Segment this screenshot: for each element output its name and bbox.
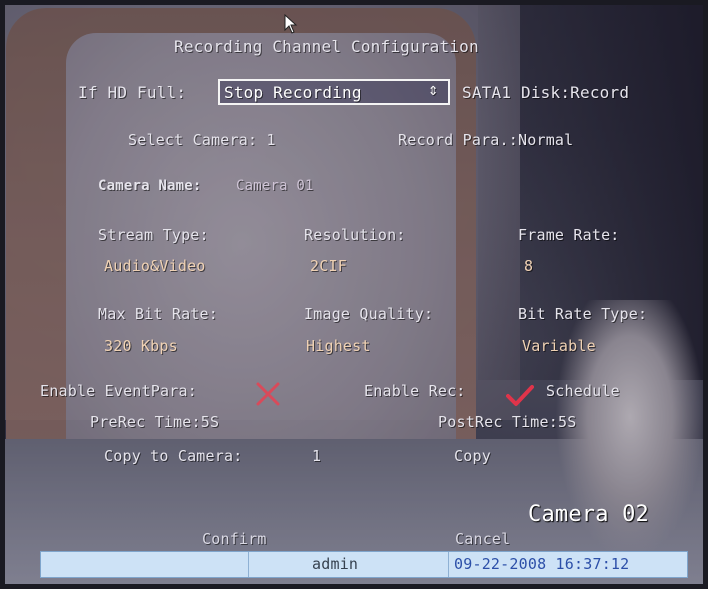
copy-to-camera-value[interactable]: 1 bbox=[312, 447, 321, 465]
postrec-row: PostRec Time:5S bbox=[438, 413, 576, 431]
stream-type-label: Stream Type: bbox=[98, 226, 209, 244]
select-camera-row: Select Camera: 1 bbox=[128, 131, 276, 149]
copy-button[interactable]: Copy bbox=[454, 447, 491, 465]
image-quality-label: Image Quality: bbox=[304, 305, 434, 323]
camera-name-label: Camera Name: bbox=[98, 178, 202, 194]
frame-rate-value[interactable]: 8 bbox=[524, 257, 533, 275]
image-quality-value[interactable]: Highest bbox=[306, 337, 371, 355]
bit-rate-type-value[interactable]: Variable bbox=[522, 337, 596, 355]
mouse-cursor-icon bbox=[284, 14, 298, 34]
cancel-button[interactable]: Cancel bbox=[455, 530, 510, 548]
enable-rec-label: Enable Rec: bbox=[364, 382, 466, 400]
max-bit-rate-value[interactable]: 320 Kbps bbox=[104, 337, 178, 355]
hd-full-label: If HD Full: bbox=[78, 83, 187, 102]
record-para-label: Record Para.: bbox=[398, 131, 518, 149]
bit-rate-type-label: Bit Rate Type: bbox=[518, 305, 648, 323]
check-icon[interactable] bbox=[506, 384, 534, 408]
resolution-value[interactable]: 2CIF bbox=[310, 257, 347, 275]
select-updown-icon[interactable]: ⇕ bbox=[428, 80, 438, 100]
stream-type-value[interactable]: Audio&Video bbox=[104, 257, 206, 275]
copy-to-camera-label: Copy to Camera: bbox=[104, 447, 243, 465]
camera-name-field[interactable]: Camera 01 bbox=[236, 178, 314, 194]
status-datetime: 09-22-2008 16:37:12 bbox=[454, 555, 630, 573]
cross-icon[interactable] bbox=[254, 380, 282, 408]
camera-overlay-label: Camera 02 bbox=[528, 502, 650, 527]
disk-status: SATA1 Disk:Record bbox=[462, 83, 630, 102]
hd-full-select-value[interactable]: Stop Recording bbox=[224, 83, 362, 102]
enable-eventpara-label: Enable EventPara: bbox=[40, 382, 197, 400]
select-camera-label: Select Camera: bbox=[128, 131, 258, 149]
prerec-label: PreRec Time: bbox=[90, 413, 201, 431]
max-bit-rate-label: Max Bit Rate: bbox=[98, 305, 218, 323]
postrec-label: PostRec Time: bbox=[438, 413, 558, 431]
status-bar-cell bbox=[41, 552, 249, 577]
schedule-button[interactable]: Schedule bbox=[546, 382, 620, 400]
status-user: admin bbox=[312, 555, 359, 573]
resolution-label: Resolution: bbox=[304, 226, 406, 244]
postrec-value[interactable]: 5S bbox=[558, 413, 576, 431]
prerec-value[interactable]: 5S bbox=[201, 413, 219, 431]
frame-rate-label: Frame Rate: bbox=[518, 226, 620, 244]
page-title: Recording Channel Configuration bbox=[174, 37, 479, 56]
record-para-row: Record Para.:Normal bbox=[398, 131, 573, 149]
record-para-value[interactable]: Normal bbox=[518, 131, 573, 149]
confirm-button[interactable]: Confirm bbox=[202, 530, 267, 548]
select-camera-value[interactable]: 1 bbox=[266, 131, 275, 149]
prerec-row: PreRec Time:5S bbox=[90, 413, 219, 431]
